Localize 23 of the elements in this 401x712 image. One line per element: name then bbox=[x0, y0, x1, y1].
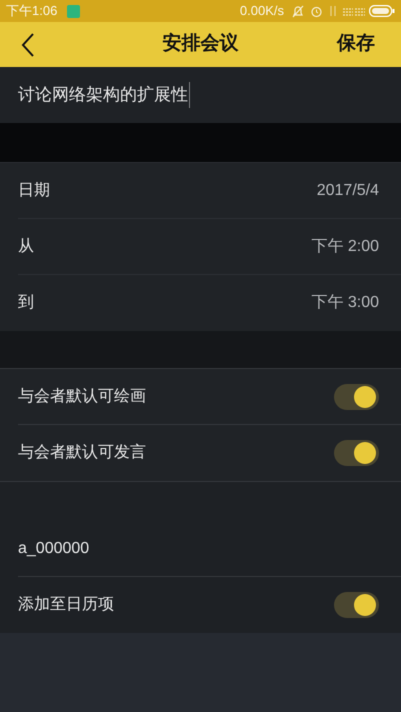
toggle-switch[interactable] bbox=[334, 592, 379, 618]
row-label: 日期 bbox=[18, 180, 50, 200]
account-name: a_000000 bbox=[18, 538, 90, 558]
page-title: 安排会议 bbox=[162, 32, 238, 56]
toggle-label: 与会者默认可发言 bbox=[18, 442, 146, 463]
row-value[interactable]: 下午 2:00 bbox=[311, 234, 379, 258]
bell-off-icon bbox=[292, 4, 304, 18]
row-label: 从 bbox=[18, 236, 34, 256]
row-value[interactable]: 下午 3:00 bbox=[311, 291, 379, 315]
save-button[interactable]: 保存 bbox=[337, 30, 375, 59]
back-icon bbox=[21, 32, 35, 56]
toggle-switch[interactable] bbox=[334, 384, 379, 410]
alarm-icon bbox=[310, 4, 323, 18]
status-time: 下午1:06 bbox=[6, 2, 58, 20]
toggle-label: 与会者默认可绘画 bbox=[18, 386, 146, 406]
network-speed: 0.00K/s bbox=[240, 2, 284, 20]
toggle-switch[interactable] bbox=[334, 440, 379, 466]
toggle-label: 添加至日历项 bbox=[18, 594, 114, 615]
row-value[interactable]: 2017/5/4 bbox=[316, 178, 379, 202]
battery-icon bbox=[369, 5, 395, 17]
row-label: 到 bbox=[18, 293, 34, 313]
topic-field[interactable]: 讨论网络架构的扩展性 bbox=[18, 82, 190, 108]
signal-icon bbox=[343, 6, 365, 16]
